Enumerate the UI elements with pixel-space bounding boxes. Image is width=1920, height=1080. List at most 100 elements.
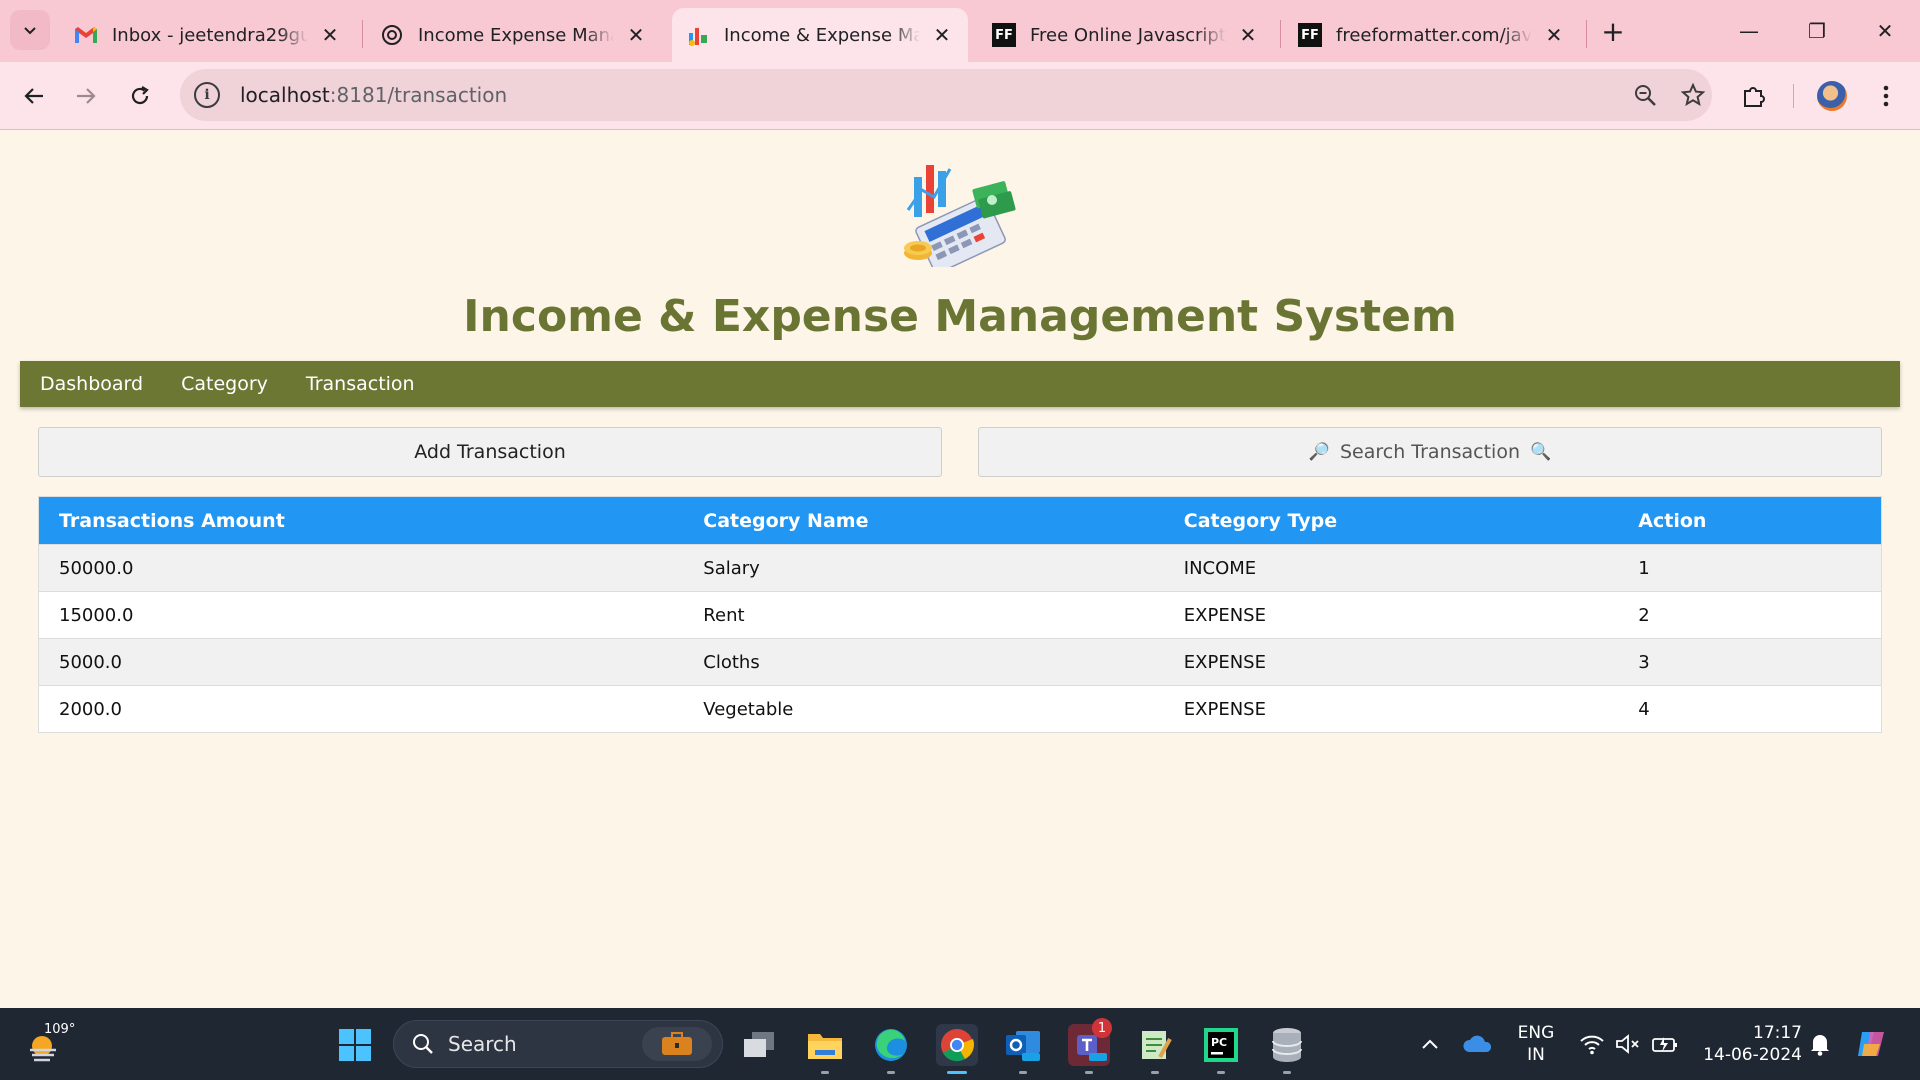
gmail-icon [74, 23, 98, 47]
header-category-type: Category Type [1183, 509, 1338, 532]
cell-action[interactable]: 4 [1638, 699, 1881, 720]
cell-category: Cloths [703, 651, 760, 673]
nav-dashboard[interactable]: Dashboard [40, 373, 143, 395]
window-close-button[interactable]: ✕ [1862, 14, 1908, 48]
cell-category: Rent [703, 604, 745, 626]
outlook-app[interactable] [1002, 1024, 1044, 1074]
url-path: :8181/transaction [329, 83, 508, 107]
restore-button[interactable]: ❐ [1794, 14, 1840, 48]
app-favicon-icon [686, 23, 710, 47]
database-icon [1272, 1028, 1302, 1062]
chrome-app[interactable] [936, 1024, 978, 1074]
zoom-icon[interactable] [1632, 82, 1658, 108]
browser-menu-button[interactable] [1866, 76, 1906, 116]
file-explorer-app[interactable] [804, 1024, 846, 1074]
wifi-icon[interactable] [1578, 1030, 1606, 1058]
teams-app[interactable]: 1 [1068, 1018, 1112, 1074]
edge-app[interactable] [870, 1024, 912, 1074]
taskbar-search-label: Search [448, 1032, 517, 1056]
header-category-name: Category Name [703, 509, 869, 532]
tab-title: freeformatter.com/javascript [1336, 24, 1532, 46]
tab-js-beautifier[interactable]: FF Free Online Javascript Beautifier ✕ [978, 8, 1274, 62]
cell-action[interactable]: 3 [1638, 652, 1881, 673]
main-navbar: Dashboard Category Transaction [20, 361, 1900, 407]
cell-type: EXPENSE [1183, 651, 1266, 673]
copilot-icon[interactable] [1852, 1024, 1892, 1064]
address-bar[interactable]: i localhost:8181/transaction [180, 69, 1712, 121]
notification-badge: 1 [1092, 1018, 1112, 1038]
new-tab-button[interactable]: + [1596, 14, 1630, 48]
profile-button[interactable] [1812, 76, 1852, 116]
minimize-button[interactable]: — [1726, 14, 1772, 48]
start-button[interactable] [334, 1024, 376, 1066]
bookmark-star-icon[interactable] [1680, 82, 1706, 108]
outlook-icon [1006, 1031, 1040, 1061]
close-icon[interactable]: ✕ [1236, 23, 1260, 47]
close-icon[interactable]: ✕ [624, 23, 648, 47]
toolbar-divider [1793, 84, 1794, 108]
freeformatter-icon: FF [992, 23, 1016, 47]
pycharm-app[interactable]: PC [1200, 1024, 1242, 1074]
nav-category[interactable]: Category [181, 373, 268, 395]
forward-arrow-icon [77, 88, 96, 104]
tab-separator [1280, 20, 1281, 48]
extensions-button[interactable] [1734, 76, 1774, 116]
tab-search-button[interactable] [10, 10, 50, 50]
notepad-icon [1142, 1031, 1172, 1059]
tab-freeformatter-url[interactable]: FF freeformatter.com/javascript ✕ [1284, 8, 1580, 62]
tab-chatgpt[interactable]: Income Expense Manager ✕ [366, 8, 662, 62]
cell-amount: 2000.0 [59, 698, 122, 720]
header-action: Action [1638, 509, 1707, 532]
tab-title: Free Online Javascript Beautifier [1030, 24, 1226, 46]
pycharm-icon: PC [1204, 1028, 1238, 1062]
region-code: IN [1527, 1045, 1545, 1065]
puzzle-icon [1744, 87, 1765, 107]
search-transaction-button[interactable]: 🔎 Search Transaction 🔍 [978, 427, 1882, 477]
volume-muted-icon[interactable] [1614, 1030, 1642, 1058]
notepad-app[interactable] [1134, 1024, 1176, 1074]
tab-separator [1586, 20, 1587, 48]
back-button[interactable] [14, 76, 54, 116]
add-transaction-button[interactable]: Add Transaction [38, 427, 942, 477]
task-view-button[interactable] [738, 1024, 780, 1066]
cell-category: Vegetable [703, 698, 794, 720]
clock[interactable]: 17:17 14-06-2024 [1692, 1022, 1802, 1066]
cell-action[interactable]: 1 [1638, 558, 1881, 579]
cell-amount: 50000.0 [59, 557, 134, 579]
avatar [1817, 81, 1847, 111]
reload-button[interactable] [120, 76, 160, 116]
cell-action[interactable]: 2 [1638, 605, 1881, 626]
table-header-row: Transactions Amount Category Name Catego… [39, 497, 1881, 544]
url-text[interactable]: localhost:8181/transaction [240, 83, 507, 107]
tray-overflow-chevron-icon[interactable] [1418, 1032, 1442, 1056]
freeformatter-icon: FF [1298, 23, 1322, 47]
database-app[interactable] [1266, 1024, 1308, 1074]
chrome-icon [941, 1029, 975, 1062]
folder-icon [808, 1034, 842, 1059]
table-row: 50000.0 Salary INCOME 1 [39, 544, 1881, 591]
tab-separator [362, 20, 363, 48]
close-icon[interactable]: ✕ [930, 23, 954, 47]
cell-category: Salary [703, 557, 760, 579]
edge-icon [875, 1029, 907, 1061]
battery-charging-icon[interactable] [1650, 1030, 1680, 1058]
nav-transaction[interactable]: Transaction [306, 373, 415, 395]
site-info-icon[interactable]: i [194, 82, 220, 108]
language-indicator[interactable]: ENG IN [1512, 1022, 1560, 1066]
cell-type: EXPENSE [1183, 698, 1266, 720]
notification-bell-icon[interactable] [1806, 1030, 1834, 1058]
close-icon[interactable]: ✕ [1542, 23, 1566, 47]
add-transaction-label: Add Transaction [414, 441, 566, 463]
onedrive-cloud-icon[interactable] [1462, 1030, 1494, 1058]
taskbar-search-box[interactable]: Search [393, 1020, 723, 1068]
close-icon[interactable]: ✕ [318, 23, 342, 47]
cell-type: EXPENSE [1183, 604, 1266, 626]
language-code: ENG [1517, 1023, 1555, 1043]
task-view-icon [744, 1032, 774, 1057]
tab-income-expense-active[interactable]: Income & Expense Manager ✕ [672, 8, 968, 62]
tab-gmail[interactable]: Inbox - jeetendra29gupta ✕ [60, 8, 356, 62]
briefcase-icon [642, 1027, 712, 1061]
magnifier-left-icon: 🔍 [1530, 442, 1552, 462]
forward-button[interactable] [66, 76, 106, 116]
clock-time: 17:17 [1753, 1023, 1802, 1043]
